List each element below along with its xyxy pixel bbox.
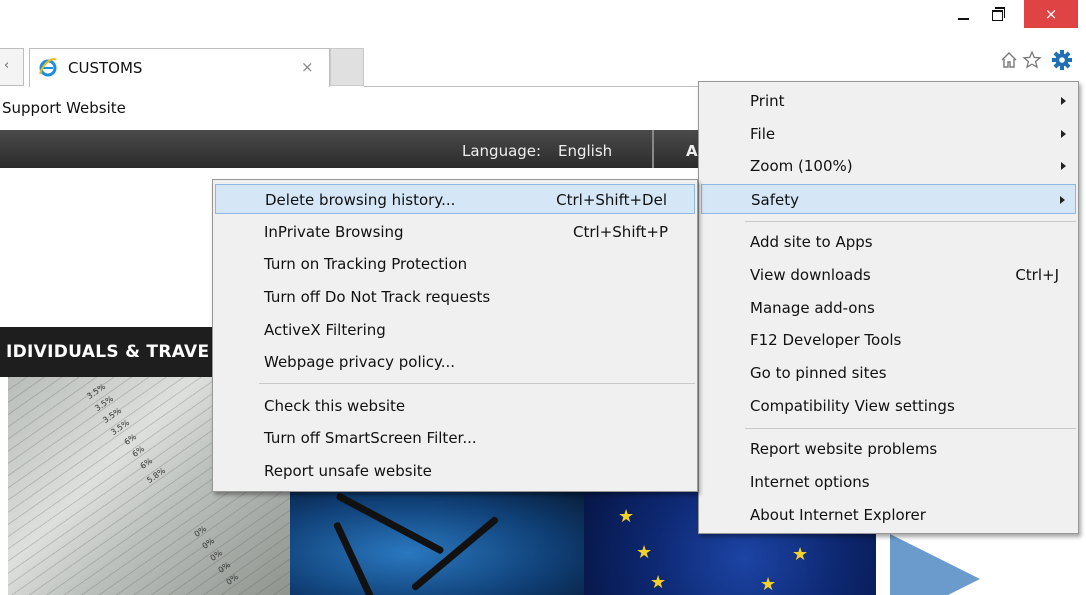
clock-photo [290, 490, 584, 595]
menu-item-label: Internet options [750, 473, 870, 491]
menu-item-compatibility-view-settings[interactable]: Compatibility View settings [701, 391, 1076, 421]
menu-item-view-downloads[interactable]: View downloads Ctrl+J [701, 260, 1076, 290]
menu-item-report-website-problems[interactable]: Report website problems [701, 434, 1076, 464]
menu-item-label: Turn off Do Not Track requests [264, 288, 491, 306]
language-label: Language: [462, 142, 542, 160]
tab-scroll-left[interactable]: ‹ [0, 48, 24, 86]
menu-item-label: Delete browsing history... [265, 191, 456, 209]
menu-item-label: File [750, 125, 776, 143]
menu-separator [259, 383, 695, 384]
menu-item-smartscreen-filter[interactable]: Turn off SmartScreen Filter... [215, 423, 695, 453]
menu-item-label: Go to pinned sites [750, 364, 887, 382]
favorites-bar: Support Website [0, 87, 698, 129]
menu-item-manage-add-ons[interactable]: Manage add-ons [701, 293, 1076, 323]
menu-item-label: Print [750, 92, 785, 110]
menu-item-delete-browsing-history[interactable]: Delete browsing history... Ctrl+Shift+Del [215, 184, 695, 214]
menu-item-label: InPrivate Browsing [264, 223, 404, 241]
ie-logo-icon [39, 58, 57, 77]
menu-item-add-site-to-apps[interactable]: Add site to Apps [701, 227, 1076, 257]
menu-item-label: Check this website [264, 397, 406, 415]
restore-icon [991, 6, 1005, 21]
menu-item-file[interactable]: File [701, 119, 1076, 149]
tab-title: CUSTOMS [68, 59, 143, 77]
menu-item-label: ActiveX Filtering [264, 321, 386, 339]
header-nav-item[interactable]: A [686, 142, 698, 160]
section-banner-title[interactable]: IDIVIDUALS & TRAVE [6, 342, 209, 362]
menu-item-label: Add site to Apps [750, 233, 873, 251]
star-icon: ★ [760, 574, 777, 595]
site-header: Language: English A [0, 130, 698, 168]
menu-item-label: Report unsafe website [264, 462, 432, 480]
menu-item-label: Compatibility View settings [750, 397, 955, 415]
star-icon: ★ [636, 542, 653, 563]
tools-menu: Print File Zoom (100%) Safety Add site t… [698, 81, 1079, 534]
menu-item-shortcut: Ctrl+Shift+P [573, 223, 668, 241]
submenu-arrow-icon [1060, 196, 1065, 204]
close-window-button[interactable]: × [1024, 0, 1078, 28]
menu-item-zoom[interactable]: Zoom (100%) [701, 151, 1076, 181]
menu-item-inprivate-browsing[interactable]: InPrivate Browsing Ctrl+Shift+P [215, 217, 695, 247]
menu-item-label: View downloads [750, 266, 871, 284]
close-icon: × [1044, 5, 1058, 23]
menu-item-webpage-privacy-policy[interactable]: Webpage privacy policy... [215, 347, 695, 377]
star-icon: ★ [618, 506, 635, 527]
tab-close-icon[interactable]: × [301, 58, 314, 76]
menu-item-label: Turn on Tracking Protection [264, 255, 468, 273]
menu-item-report-unsafe-website[interactable]: Report unsafe website [215, 456, 695, 486]
language-selector[interactable]: English [558, 142, 612, 160]
menu-item-label: F12 Developer Tools [750, 331, 902, 349]
star-icon: ★ [650, 572, 667, 593]
submenu-arrow-icon [1061, 130, 1066, 138]
menu-item-internet-options[interactable]: Internet options [701, 467, 1076, 497]
menu-item-label: Safety [751, 191, 799, 209]
menu-item-tracking-protection[interactable]: Turn on Tracking Protection [215, 249, 695, 279]
new-tab-button[interactable] [330, 48, 364, 86]
minimize-icon [957, 18, 969, 20]
home-icon[interactable] [997, 48, 1021, 72]
star-icon: ★ [792, 544, 809, 565]
menu-item-print[interactable]: Print [701, 86, 1076, 116]
menu-separator [745, 428, 1076, 429]
menu-item-label: Report website problems [750, 440, 938, 458]
section-banner: IDIVIDUALS & TRAVE [0, 327, 212, 377]
chevron-left-icon: ‹ [4, 58, 10, 73]
menu-item-go-to-pinned-sites[interactable]: Go to pinned sites [701, 358, 1076, 388]
safety-submenu: Delete browsing history... Ctrl+Shift+Del… [212, 179, 698, 492]
tab-customs[interactable]: CUSTOMS × [29, 48, 330, 87]
minimize-button[interactable] [946, 0, 980, 30]
menu-item-about-internet-explorer[interactable]: About Internet Explorer [701, 500, 1076, 530]
menu-item-safety[interactable]: Safety [701, 184, 1076, 214]
menu-item-do-not-track[interactable]: Turn off Do Not Track requests [215, 282, 695, 312]
menu-item-check-this-website[interactable]: Check this website [215, 391, 695, 421]
submenu-arrow-icon [1061, 97, 1066, 105]
menu-item-label: Zoom (100%) [750, 157, 853, 175]
menu-item-activex-filtering[interactable]: ActiveX Filtering [215, 315, 695, 345]
ie-window: × ‹ CUSTOMS × Support Website Language: … [0, 0, 1086, 595]
restore-button[interactable] [980, 0, 1014, 30]
menu-item-label: About Internet Explorer [750, 506, 926, 524]
menu-item-shortcut: Ctrl+J [1015, 266, 1059, 284]
favorite-link-support-website[interactable]: Support Website [2, 99, 126, 117]
menu-item-label: Webpage privacy policy... [264, 353, 456, 371]
menu-item-label: Turn off SmartScreen Filter... [264, 429, 477, 447]
submenu-arrow-icon [1061, 162, 1066, 170]
menu-separator [745, 221, 1076, 222]
header-divider [652, 130, 654, 168]
menu-item-shortcut: Ctrl+Shift+Del [556, 191, 667, 209]
menu-item-label: Manage add-ons [750, 299, 875, 317]
tools-gear-icon[interactable] [1050, 48, 1074, 72]
menu-item-f12-developer-tools[interactable]: F12 Developer Tools [701, 325, 1076, 355]
favorites-star-icon[interactable] [1020, 48, 1044, 72]
